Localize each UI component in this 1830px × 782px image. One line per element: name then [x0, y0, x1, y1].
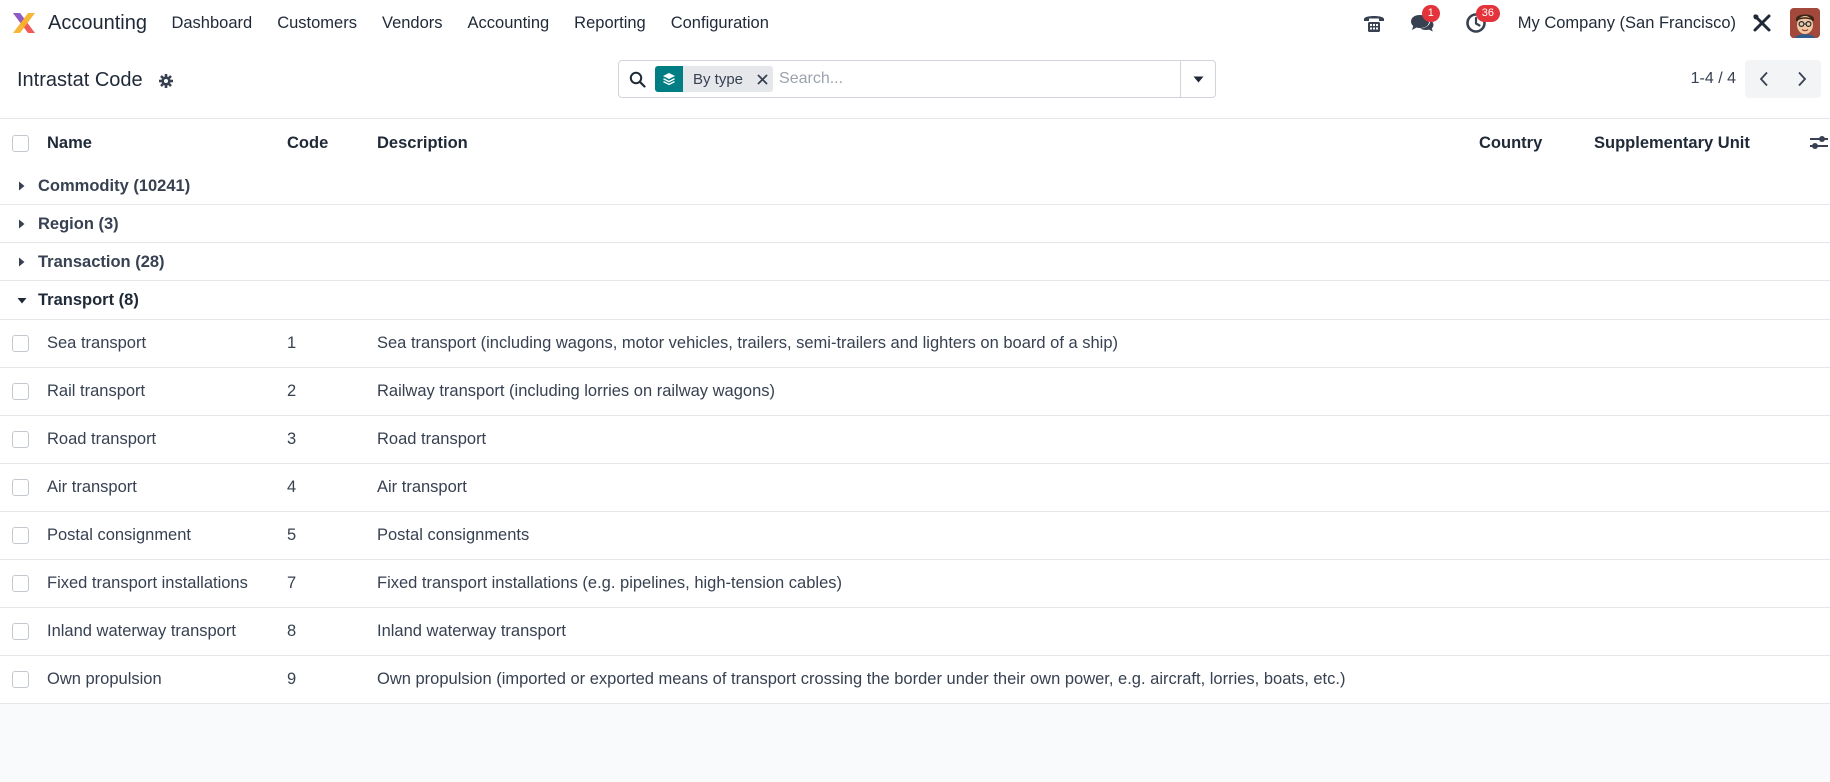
table-row[interactable]: Fixed transport installations 7 Fixed tr… [0, 560, 1830, 608]
page-title: Intrastat Code [17, 69, 143, 91]
search-bar: By type [618, 60, 1216, 98]
menu-vendors[interactable]: Vendors [369, 14, 455, 33]
pager-previous-button[interactable] [1745, 60, 1783, 98]
table-row[interactable]: Air transport 4 Air transport [0, 464, 1830, 512]
gear-icon[interactable] [158, 73, 174, 89]
row-checkbox[interactable] [12, 623, 29, 640]
main-menu: Dashboard Customers Vendors Accounting R… [159, 14, 781, 33]
cell-name: Road transport [47, 430, 157, 448]
list-view: Name Code Description Country Supplement… [0, 119, 1830, 704]
row-checkbox[interactable] [12, 575, 29, 592]
menu-reporting[interactable]: Reporting [562, 14, 659, 33]
systray: 1 36 My Company (San Francisco) [1360, 0, 1830, 46]
table-row[interactable]: Postal consignment 5 Postal consignments [0, 512, 1830, 560]
search-icon[interactable] [619, 61, 655, 97]
row-checkbox[interactable] [12, 527, 29, 544]
row-checkbox[interactable] [12, 671, 29, 688]
chevron-left-icon [1759, 71, 1768, 87]
cell-description: Inland waterway transport [377, 622, 566, 640]
caret-right-icon [19, 219, 25, 229]
cell-code: 2 [287, 382, 297, 400]
app-brand[interactable]: Accounting [10, 9, 159, 37]
activities-badge: 36 [1475, 5, 1501, 22]
company-switcher[interactable]: My Company (San Francisco) [1518, 14, 1736, 33]
group-label: Commodity (10241) [38, 177, 191, 195]
caret-down-icon [1193, 76, 1203, 82]
app-name: Accounting [48, 11, 147, 34]
column-header-country[interactable]: Country [1479, 134, 1542, 153]
facet-label: By type [693, 70, 744, 88]
messages-badge: 1 [1421, 5, 1440, 22]
cell-name: Air transport [47, 478, 137, 496]
group-row-region[interactable]: Region (3) [0, 205, 1830, 243]
select-all-checkbox[interactable] [12, 135, 29, 152]
row-checkbox[interactable] [12, 431, 29, 448]
top-navbar: Accounting Dashboard Customers Vendors A… [0, 0, 1830, 46]
column-header-description[interactable]: Description [377, 134, 468, 153]
row-checkbox[interactable] [12, 335, 29, 352]
group-label: Transaction (28) [38, 253, 165, 271]
group-label: Region (3) [38, 215, 119, 233]
cell-description: Own propulsion (imported or exported mea… [377, 670, 1346, 688]
list-header: Name Code Description Country Supplement… [0, 119, 1830, 167]
cell-name: Rail transport [47, 382, 146, 400]
table-row[interactable]: Own propulsion 9 Own propulsion (importe… [0, 656, 1830, 704]
optional-columns-icon[interactable] [1808, 133, 1830, 153]
caret-right-icon [19, 181, 25, 191]
group-label: Transport (8) [38, 291, 139, 309]
activities-clock-icon[interactable]: 36 [1462, 5, 1501, 37]
column-header-name[interactable]: Name [47, 134, 92, 153]
group-row-transaction[interactable]: Transaction (28) [0, 243, 1830, 281]
cell-name: Postal consignment [47, 526, 191, 544]
pager-value[interactable]: 1-4 / 4 [1691, 70, 1736, 88]
cell-description: Railway transport (including lorries on … [377, 382, 775, 400]
cell-code: 9 [287, 670, 297, 688]
menu-accounting[interactable]: Accounting [455, 14, 562, 33]
cell-code: 8 [287, 622, 297, 640]
menu-dashboard[interactable]: Dashboard [159, 14, 265, 33]
cell-code: 4 [287, 478, 297, 496]
cell-description: Postal consignments [377, 526, 530, 544]
table-row[interactable]: Inland waterway transport 8 Inland water… [0, 608, 1830, 656]
cell-name: Sea transport [47, 334, 147, 352]
group-row-transport[interactable]: Transport (8) [0, 281, 1830, 320]
caret-down-icon [17, 298, 27, 304]
accounting-app-icon [13, 13, 35, 33]
phone-icon[interactable] [1360, 9, 1388, 37]
layers-icon [655, 66, 683, 92]
table-row[interactable]: Road transport 3 Road transport [0, 416, 1830, 464]
cell-description: Fixed transport installations (e.g. pipe… [377, 574, 842, 592]
group-row-commodity[interactable]: Commodity (10241) [0, 167, 1830, 205]
row-checkbox[interactable] [12, 383, 29, 400]
cell-description: Air transport [377, 478, 467, 496]
debug-tools-icon[interactable] [1748, 9, 1776, 37]
menu-customers[interactable]: Customers [265, 14, 370, 33]
cell-code: 7 [287, 574, 297, 592]
column-header-code[interactable]: Code [287, 134, 328, 153]
cell-description: Sea transport (including wagons, motor v… [377, 334, 1119, 352]
search-options-toggle[interactable] [1180, 61, 1215, 97]
cell-name: Fixed transport installations [47, 574, 248, 592]
cell-code: 3 [287, 430, 297, 448]
table-row[interactable]: Sea transport 1 Sea transport (including… [0, 320, 1830, 368]
table-row[interactable]: Rail transport 2 Railway transport (incl… [0, 368, 1830, 416]
pager-next-button[interactable] [1783, 60, 1821, 98]
chevron-right-icon [1798, 71, 1807, 87]
cell-code: 1 [287, 334, 297, 352]
facet-remove-icon[interactable] [751, 66, 773, 92]
control-panel: Intrastat Code By type Search... 1-4 / 4 [0, 46, 1830, 119]
cell-name: Inland waterway transport [47, 622, 236, 640]
cell-description: Road transport [377, 430, 487, 448]
messages-icon[interactable]: 1 [1408, 5, 1440, 37]
search-input[interactable] [779, 70, 1160, 88]
row-checkbox[interactable] [12, 479, 29, 496]
column-header-supplementary-unit[interactable]: Supplementary Unit [1594, 134, 1750, 153]
cell-code: 5 [287, 526, 297, 544]
caret-right-icon [19, 257, 25, 267]
cell-name: Own propulsion [47, 670, 162, 688]
menu-configuration[interactable]: Configuration [658, 14, 781, 33]
groupby-facet: By type [655, 66, 774, 92]
user-avatar[interactable] [1790, 8, 1820, 38]
